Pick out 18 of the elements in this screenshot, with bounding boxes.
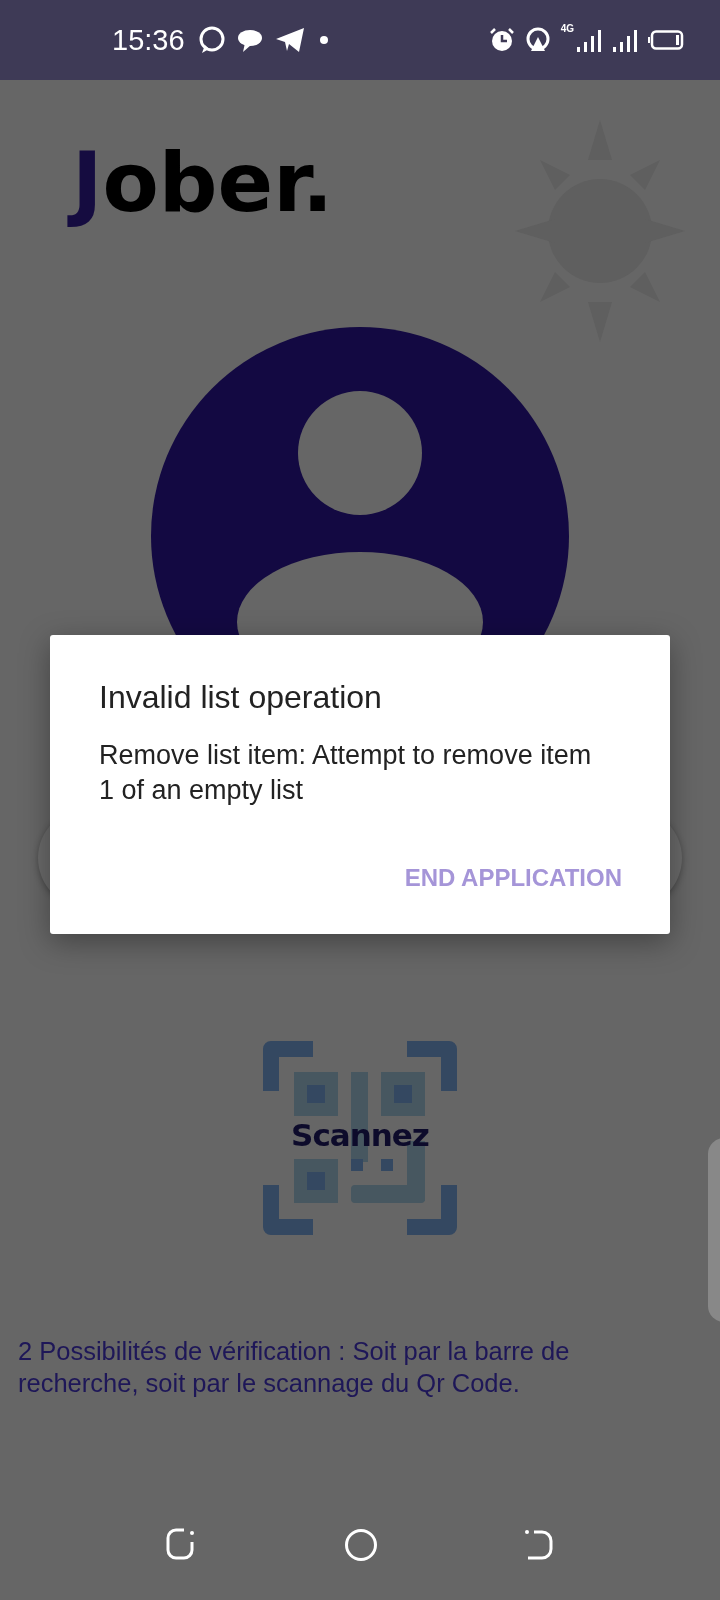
paper-plane-icon [274,27,305,53]
home-icon[interactable] [344,1528,378,1562]
hint-text: 2 Possibilités de vérification : Soit par la barre de recherche, soit par le scannage du Qr Code. [18,1336,571,1399]
clock-time: 15:36 [112,23,185,57]
scan-label: Scannez [290,1117,430,1153]
app-logo: Jober. [62,126,344,241]
end-application-button[interactable]: END APPLICATION [390,852,636,904]
hotspot-icon [524,27,551,53]
battery-icon [648,30,684,50]
network-type-label: 4G [560,24,574,34]
signal-bars-icon [612,27,638,53]
back-icon[interactable] [524,1528,554,1560]
dialog-title: Invalid list operation [99,679,383,716]
qr-code-icon [263,1041,457,1235]
signal-bars-icon [576,27,602,53]
speech-bubbles-icon [236,27,265,53]
dialog-message: Remove list item: Attempt to remove item 1 of an empty list [99,739,593,807]
alarm-clock-icon [488,27,515,53]
